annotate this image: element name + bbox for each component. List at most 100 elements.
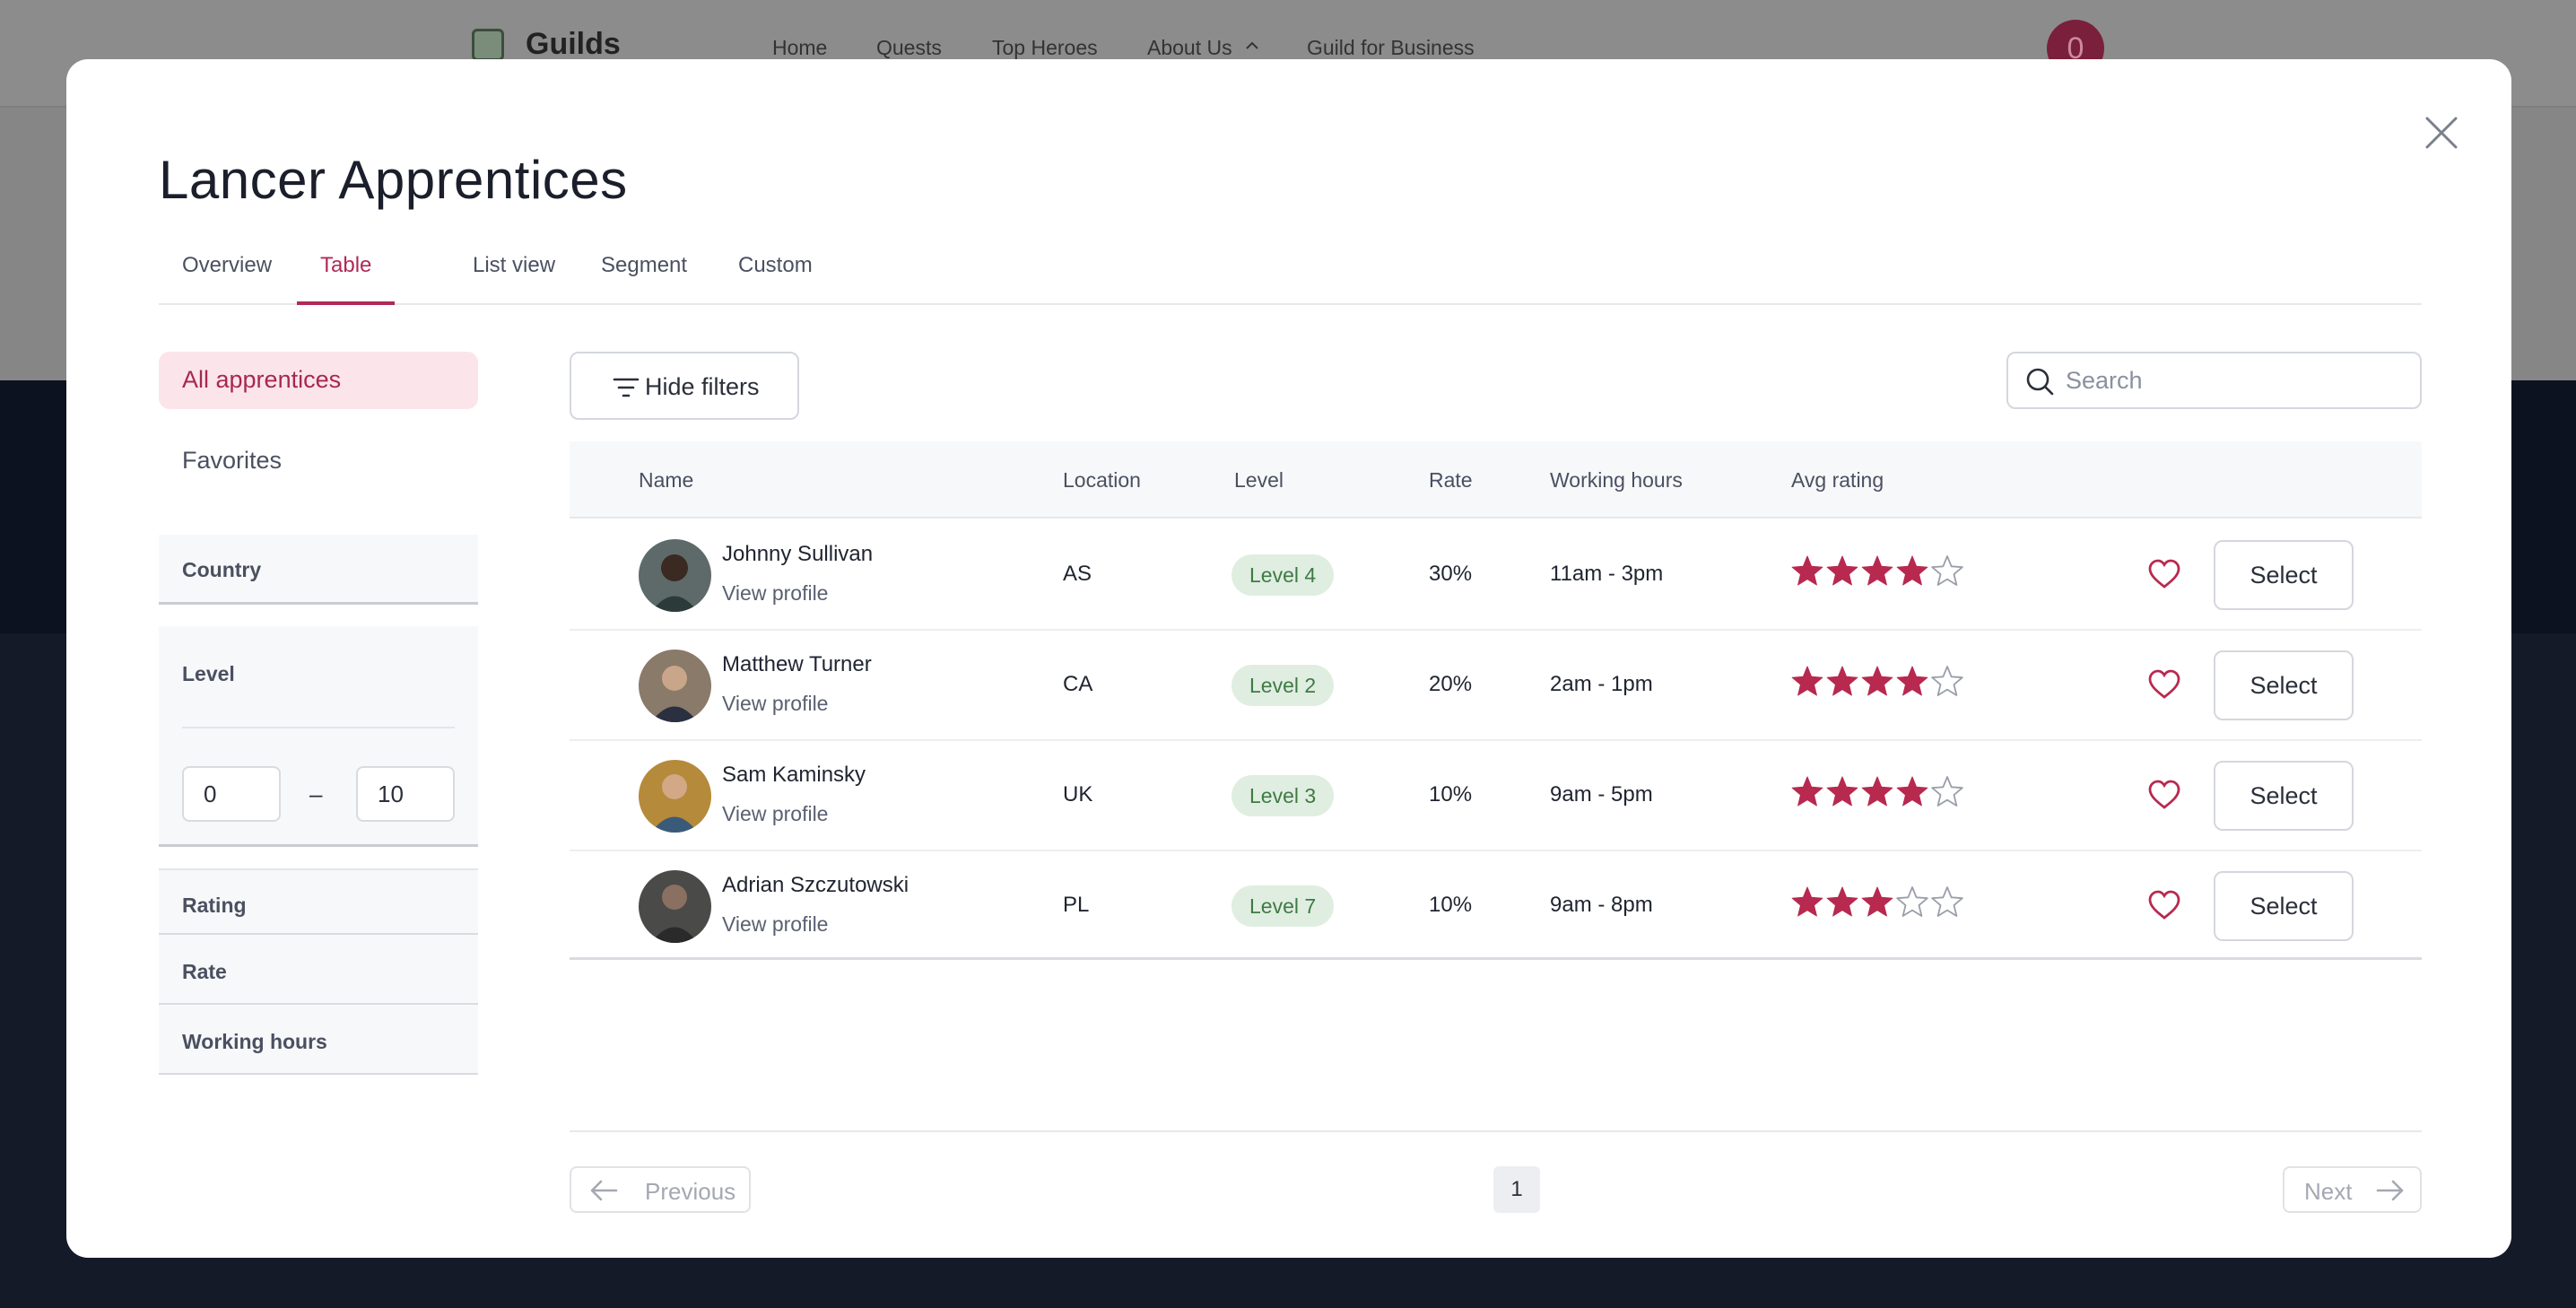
star-filled-icon xyxy=(1826,555,1858,586)
arrow-left-icon xyxy=(590,1180,618,1201)
next-button[interactable]: Next xyxy=(2283,1166,2422,1213)
select-button[interactable]: Select xyxy=(2214,650,2354,720)
close-icon[interactable] xyxy=(2420,111,2463,154)
chevron-up-icon xyxy=(1246,41,1258,49)
star-rating xyxy=(1790,554,1965,590)
view-profile-link[interactable]: View profile xyxy=(722,912,828,937)
star-filled-icon xyxy=(1826,666,1858,696)
star-rating xyxy=(1790,775,1965,811)
search-box[interactable] xyxy=(2006,352,2422,409)
guilds-logo-icon xyxy=(472,29,504,61)
header-level[interactable]: Level xyxy=(1234,468,1284,493)
avatar xyxy=(639,650,711,722)
filter-working-hours[interactable]: Working hours xyxy=(159,1005,478,1075)
filter-country-label: Country xyxy=(182,558,262,581)
tab-list-view[interactable]: List view xyxy=(449,239,579,305)
header-rate[interactable]: Rate xyxy=(1429,468,1473,493)
star-filled-icon xyxy=(1861,666,1893,696)
tab-overview[interactable]: Overview xyxy=(159,239,295,305)
hide-filters-label: Hide filters xyxy=(645,373,760,400)
heart-icon[interactable] xyxy=(2147,668,2181,701)
star-empty-icon xyxy=(1931,555,1963,586)
nav-home: Home xyxy=(772,36,828,59)
select-button[interactable]: Select xyxy=(2214,761,2354,831)
star-filled-icon xyxy=(1861,776,1893,807)
star-rating xyxy=(1790,885,1965,921)
table-row: Adrian Szczutowski View profile PL Level… xyxy=(570,851,2422,962)
table-header: Name Location Level Rate Working hours A… xyxy=(570,441,2422,519)
level-badge: Level 4 xyxy=(1231,554,1335,596)
star-filled-icon xyxy=(1861,555,1893,586)
level-badge: Level 3 xyxy=(1231,775,1335,816)
filter-level-label[interactable]: Level xyxy=(182,662,235,686)
nav-quests: Quests xyxy=(876,36,942,59)
nav-guild-for-business: Guild for Business xyxy=(1307,36,1475,59)
star-empty-icon xyxy=(1931,886,1963,917)
arrow-right-icon xyxy=(2376,1180,2404,1201)
star-filled-icon xyxy=(1791,666,1823,696)
star-filled-icon xyxy=(1896,666,1928,696)
apprentice-name: Sam Kaminsky xyxy=(722,763,866,787)
filter-country[interactable]: Country xyxy=(159,535,478,605)
apprentices-table: Name Location Level Rate Working hours A… xyxy=(570,441,2422,960)
header-working-hours[interactable]: Working hours xyxy=(1550,468,1683,493)
modal-title: Lancer Apprentices xyxy=(159,150,628,210)
avatar xyxy=(639,760,711,833)
level-badge: Level 2 xyxy=(1231,665,1335,706)
heart-icon[interactable] xyxy=(2147,779,2181,811)
star-empty-icon xyxy=(1931,776,1963,807)
select-button[interactable]: Select xyxy=(2214,871,2354,941)
previous-button[interactable]: Previous xyxy=(570,1166,751,1213)
tab-custom[interactable]: Custom xyxy=(715,239,836,305)
heart-icon[interactable] xyxy=(2147,889,2181,921)
apprentice-name: Johnny Sullivan xyxy=(722,542,874,566)
view-profile-link[interactable]: View profile xyxy=(722,581,828,606)
apprentice-name: Matthew Turner xyxy=(722,652,872,676)
search-input[interactable] xyxy=(2066,361,2406,400)
filter-rate-label: Rate xyxy=(182,960,227,983)
filter-rate[interactable]: Rate xyxy=(159,935,478,1005)
header-avg-rating[interactable]: Avg rating xyxy=(1791,468,1884,493)
rate-cell: 20% xyxy=(1429,672,1473,696)
location-cell: AS xyxy=(1063,562,1092,586)
tab-segment[interactable]: Segment xyxy=(578,239,710,305)
star-filled-icon xyxy=(1791,555,1823,586)
star-filled-icon xyxy=(1896,776,1928,807)
apprentice-name: Adrian Szczutowski xyxy=(722,873,909,897)
level-min-input[interactable]: 0 xyxy=(182,766,281,822)
header-name[interactable]: Name xyxy=(639,468,693,493)
brand-name: Guilds xyxy=(526,27,621,61)
view-tabs: Overview Table List view Segment Custom xyxy=(159,239,2422,305)
level-max-input[interactable]: 10 xyxy=(356,766,455,822)
page-number-1[interactable]: 1 xyxy=(1493,1166,1540,1213)
tab-table[interactable]: Table xyxy=(297,239,396,305)
filter-lines-icon xyxy=(613,378,640,397)
view-profile-link[interactable]: View profile xyxy=(722,802,828,826)
filter-working-hours-label: Working hours xyxy=(182,1030,327,1053)
level-divider xyxy=(182,727,455,728)
star-filled-icon xyxy=(1826,886,1858,917)
table-row: Johnny Sullivan View profile AS Level 4 … xyxy=(570,520,2422,631)
filter-rating[interactable]: Rating xyxy=(159,868,478,935)
view-profile-link[interactable]: View profile xyxy=(722,692,828,716)
search-icon xyxy=(2026,368,2054,396)
rate-cell: 30% xyxy=(1429,562,1473,586)
sidebar-item-all-apprentices[interactable]: All apprentices xyxy=(159,352,478,409)
header-location[interactable]: Location xyxy=(1063,468,1141,493)
table-row: Sam Kaminsky View profile UK Level 3 10%… xyxy=(570,741,2422,851)
location-cell: CA xyxy=(1063,672,1093,696)
avatar xyxy=(639,539,711,612)
filter-level: Level 0 – 10 xyxy=(159,626,478,847)
rate-cell: 10% xyxy=(1429,893,1473,917)
rate-cell: 10% xyxy=(1429,782,1473,807)
heart-icon[interactable] xyxy=(2147,558,2181,590)
hide-filters-button[interactable]: Hide filters xyxy=(570,352,799,420)
apprentices-modal: Lancer Apprentices Overview Table List v… xyxy=(66,59,2511,1258)
star-filled-icon xyxy=(1861,886,1893,917)
select-button[interactable]: Select xyxy=(2214,540,2354,610)
sidebar-item-favorites[interactable]: Favorites xyxy=(159,432,478,490)
star-empty-icon xyxy=(1931,666,1963,696)
table-row: Matthew Turner View profile CA Level 2 2… xyxy=(570,631,2422,741)
nav-about-us: About Us xyxy=(1147,36,1232,59)
working-hours-cell: 9am - 5pm xyxy=(1550,782,1653,807)
